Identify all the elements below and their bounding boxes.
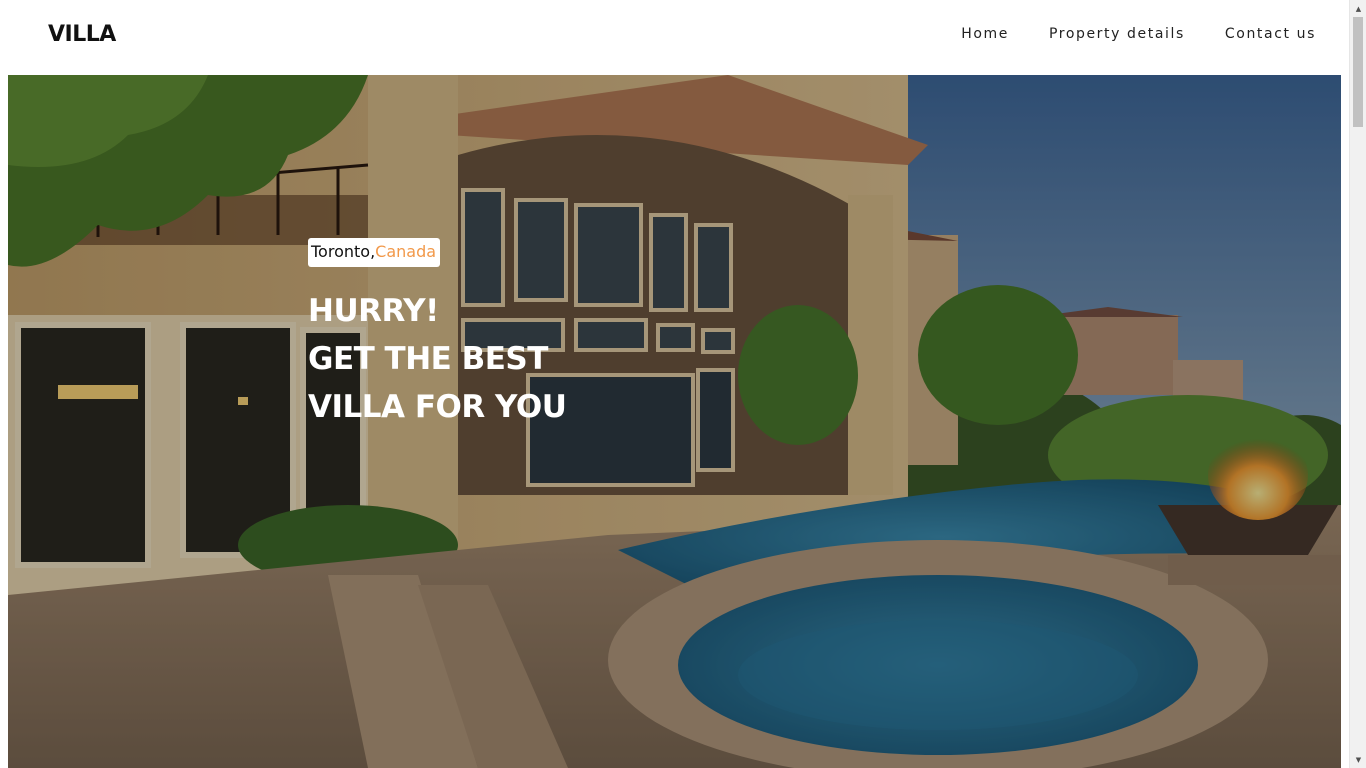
page: VILLA Home Property details Contact us T… — [0, 0, 1366, 768]
site-logo[interactable]: VILLA — [48, 22, 116, 47]
scroll-down-arrow-icon[interactable]: ▼ — [1350, 751, 1366, 768]
nav-home-link[interactable]: Home — [961, 26, 1009, 42]
headline-line-2: GET THE BEST — [308, 341, 548, 377]
nav-property-details-link[interactable]: Property details — [1049, 26, 1185, 42]
location-city: Toronto, — [311, 242, 376, 261]
hero-section: Toronto,Canada HURRY! GET THE BEST VILLA… — [8, 75, 1341, 768]
location-country: Canada — [375, 242, 437, 261]
top-navbar: VILLA Home Property details Contact us — [0, 0, 1349, 75]
vertical-scrollbar[interactable]: ▲ ▼ — [1349, 0, 1366, 768]
headline-line-3: VILLA FOR YOU — [308, 389, 567, 425]
nav-contact-us-link[interactable]: Contact us — [1225, 26, 1316, 42]
scrollbar-thumb[interactable] — [1353, 17, 1363, 127]
location-badge: Toronto,Canada — [308, 238, 441, 267]
hero-dark-overlay — [8, 75, 1341, 768]
main-nav: Home Property details Contact us — [961, 26, 1316, 42]
headline-line-1: HURRY! — [308, 293, 439, 329]
hero-headline: HURRY! GET THE BEST VILLA FOR YOU — [308, 287, 567, 431]
scroll-up-arrow-icon[interactable]: ▲ — [1350, 0, 1366, 17]
